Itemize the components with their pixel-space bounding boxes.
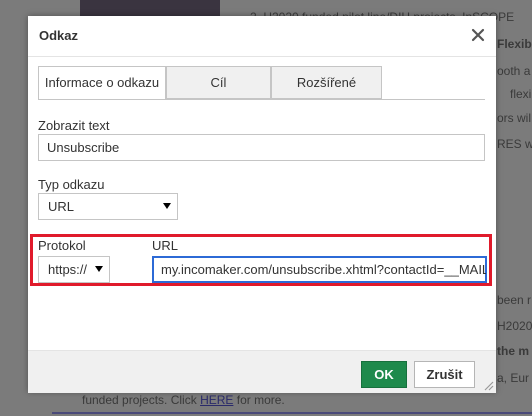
background-text: ooth a (497, 64, 531, 78)
background-text: ors wil (497, 111, 532, 125)
background-text: Flexib (497, 37, 532, 51)
close-icon[interactable] (468, 25, 488, 45)
chevron-down-icon (163, 203, 171, 209)
display-text-label: Zobrazit text (38, 118, 110, 133)
dialog-tabs: Informace o odkazu Cíl Rozšířené (38, 66, 382, 100)
dialog-footer: OK Zrušit (28, 350, 496, 393)
background-divider (52, 412, 532, 414)
link-dialog: Odkaz Informace o odkazu Cíl Rozšířené Z… (28, 16, 496, 393)
background-text: flexi (510, 87, 532, 101)
dialog-title: Odkaz (39, 28, 79, 43)
background-text: H2020 (497, 319, 532, 333)
ok-button[interactable]: OK (361, 361, 407, 388)
display-text-field[interactable]: Unsubscribe (38, 134, 485, 161)
background-text: RES wil (497, 137, 532, 151)
link-type-value: URL (48, 199, 75, 214)
background-footer-text: funded projects. Click HERE for more. (82, 393, 285, 407)
tab-divider (38, 99, 485, 100)
background-text: been r (497, 293, 532, 307)
protocol-value: https:// (48, 262, 88, 277)
dialog-header: Odkaz (28, 16, 496, 57)
link-type-select[interactable]: URL (38, 193, 178, 220)
link-type-label: Typ odkazu (38, 177, 105, 192)
resize-handle-icon[interactable] (482, 379, 494, 391)
tab-advanced[interactable]: Rozšířené (271, 66, 382, 99)
here-link[interactable]: HERE (200, 393, 233, 407)
cancel-button[interactable]: Zrušit (414, 361, 475, 388)
tab-target[interactable]: Cíl (166, 66, 271, 99)
protocol-select[interactable]: https:// (38, 256, 110, 283)
url-input[interactable]: my.incomaker.com/unsubscribe.xhtml?conta… (152, 256, 487, 283)
background-text: a, Eur (497, 371, 530, 385)
protocol-label: Protokol (38, 238, 86, 253)
url-label: URL (152, 238, 179, 253)
chevron-down-icon (95, 266, 103, 272)
background-text: the m (497, 344, 530, 358)
tab-link-info[interactable]: Informace o odkazu (38, 66, 166, 100)
